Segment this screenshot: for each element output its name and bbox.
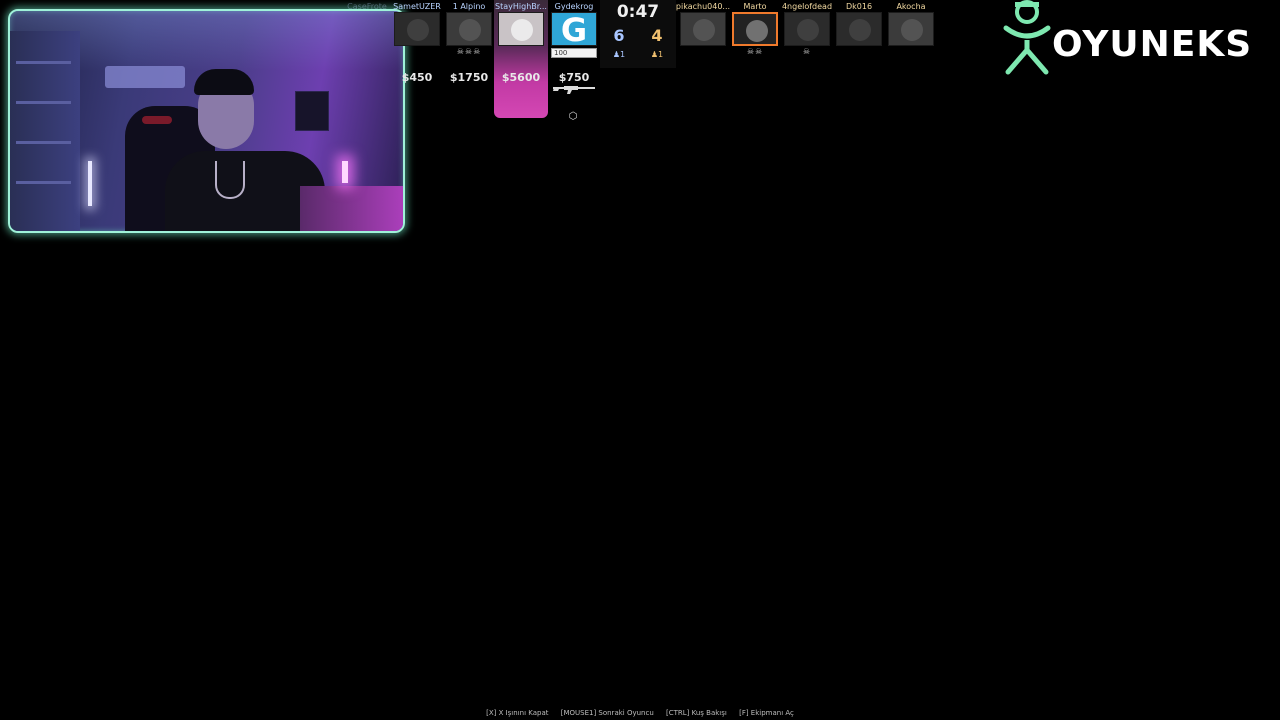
chair-stripe bbox=[142, 116, 172, 124]
mascot-icon bbox=[1003, 0, 1051, 75]
skull-icon: ☠☠☠ bbox=[456, 47, 482, 56]
player-avatar bbox=[836, 12, 882, 46]
ct-player-5[interactable]: Gydekrog G 100 $750 bbox=[549, 0, 599, 84]
t-player-4[interactable]: Dk016 bbox=[834, 0, 884, 70]
health-bar: 100 bbox=[551, 48, 597, 58]
ct-player-1[interactable]: CaseFrote bbox=[342, 0, 392, 70]
ct-player-3[interactable]: 1 Alpino ☠☠☠ $1750 bbox=[444, 0, 494, 84]
t-player-1[interactable]: pikachu040... bbox=[676, 0, 730, 70]
player-avatar bbox=[446, 12, 492, 46]
t-player-2[interactable]: Marto ☠☠ bbox=[730, 0, 780, 70]
defuse-kit-icon: ⬡ bbox=[568, 111, 578, 122]
t-alive-count: ♟1 bbox=[647, 50, 667, 59]
ct-player-4[interactable]: StayHighBr... $5600 bbox=[495, 0, 547, 84]
spectator-view: CaseFrote SametUZER $450 1 Alpino ☠☠☠ $1… bbox=[0, 0, 1280, 720]
player-avatar bbox=[498, 12, 544, 46]
oyuneks-logo: OYUNEKS bbox=[1000, 0, 1260, 78]
rifle-icon bbox=[553, 86, 595, 94]
player-avatar bbox=[888, 12, 934, 46]
hint-xray: [X] X Işınını Kapat bbox=[486, 709, 549, 717]
wall-frame bbox=[295, 91, 329, 131]
light-strip-right bbox=[342, 161, 348, 183]
g-logo-icon: G bbox=[560, 12, 588, 46]
health-value: 100 bbox=[554, 49, 568, 57]
player-money: $750 bbox=[558, 71, 590, 84]
t-score: 4 bbox=[651, 26, 663, 45]
player-name: Akocha bbox=[896, 2, 926, 11]
round-score-panel: 0:47 6 4 ♟1 ♟1 bbox=[600, 0, 676, 68]
skull-icon: ☠☠ bbox=[746, 47, 764, 56]
player-avatar bbox=[680, 12, 726, 46]
t-alive-value: 1 bbox=[658, 50, 664, 59]
player-money: $1750 bbox=[449, 71, 489, 84]
player-avatar bbox=[394, 12, 440, 46]
skull-icon: ☠ bbox=[802, 47, 812, 56]
t-player-5[interactable]: Akocha bbox=[886, 0, 936, 70]
player-avatar: G bbox=[551, 12, 597, 46]
hint-overhead-view: [CTRL] Kuş Bakışı bbox=[666, 709, 727, 717]
wall-shelf bbox=[10, 31, 80, 231]
streamer-chain bbox=[215, 161, 245, 199]
hint-equipment: [F] Ekipmanı Aç bbox=[739, 709, 794, 717]
ct-alive-value: 1 bbox=[620, 50, 626, 59]
ct-score: 6 bbox=[613, 26, 625, 45]
round-timer: 0:47 bbox=[616, 2, 660, 22]
t-player-3[interactable]: 4ngelofdead ☠ bbox=[782, 0, 832, 70]
player-avatar bbox=[732, 12, 778, 46]
person-icon: ♟ bbox=[612, 50, 621, 59]
light-strip-left bbox=[88, 161, 92, 206]
streamer-cap bbox=[194, 69, 254, 95]
hint-next-player: [MOUSE1] Sonraki Oyuncu bbox=[560, 709, 654, 717]
person-icon: ♟ bbox=[650, 50, 659, 59]
spectator-hints: [X] X Işınını Kapat [MOUSE1] Sonraki Oyu… bbox=[0, 709, 1280, 717]
ct-player-2[interactable]: SametUZER $450 bbox=[392, 0, 442, 84]
player-money: $450 bbox=[401, 71, 433, 84]
ct-alive-count: ♟1 bbox=[609, 50, 629, 59]
player-avatar bbox=[784, 12, 830, 46]
brand-name: OYUNEKS bbox=[1052, 24, 1253, 65]
air-conditioner bbox=[105, 66, 185, 88]
desk bbox=[300, 186, 403, 231]
player-money: $5600 bbox=[501, 71, 541, 84]
player-name: Gydekrog bbox=[554, 2, 594, 11]
